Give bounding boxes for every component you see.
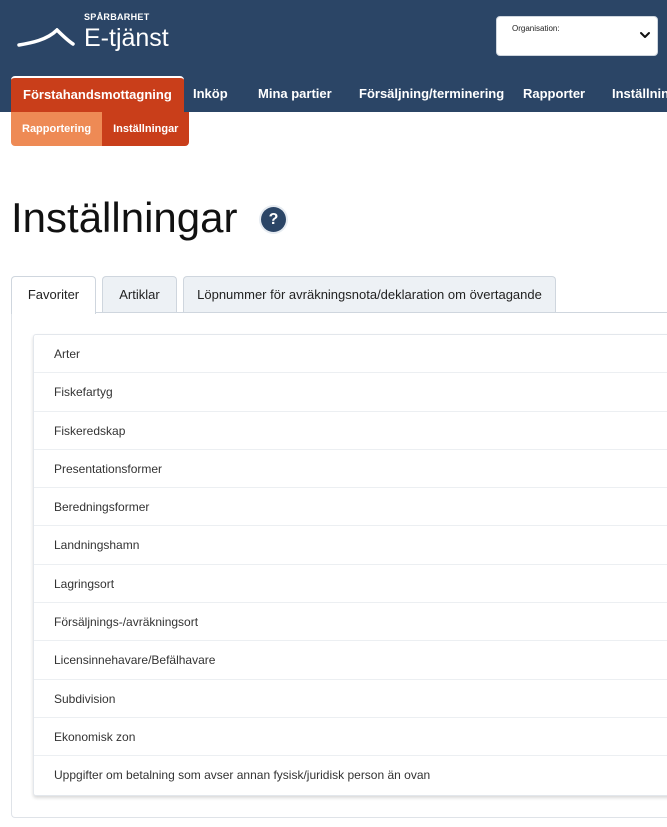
- tab-lopnummer[interactable]: Löpnummer för avräkningsnota/deklaration…: [183, 276, 556, 313]
- chevron-down-icon: [640, 32, 650, 38]
- list-item-uppgifter-om-betalning[interactable]: Uppgifter om betalning som avser annan f…: [34, 756, 667, 794]
- logo-icon: [17, 28, 75, 47]
- tab-favoriter[interactable]: Favoriter: [11, 276, 96, 314]
- brand-title: E-tjänst: [84, 24, 169, 52]
- page-title: Inställningar: [11, 194, 238, 241]
- organisation-select[interactable]: Organisation:: [496, 16, 658, 56]
- nav-item-forstahandsmottagning[interactable]: Förstahandsmottagning: [11, 76, 184, 112]
- list-item-arter[interactable]: Arter: [34, 335, 667, 374]
- subnav-item-rapportering[interactable]: Rapportering: [11, 112, 103, 146]
- list-item-presentationsformer[interactable]: Presentationsformer: [34, 450, 667, 489]
- nav-item-rapporter[interactable]: Rapporter: [523, 76, 585, 112]
- nav-item-installningar[interactable]: Inställning: [612, 76, 667, 112]
- favorites-list: Arter Fiskefartyg Fiskeredskap Presentat…: [33, 334, 667, 796]
- nav-item-inkop[interactable]: Inköp: [193, 76, 228, 112]
- list-item-licensinnehavare[interactable]: Licensinnehavare/Befälhavare: [34, 641, 667, 680]
- list-item-ekonomisk-zon[interactable]: Ekonomisk zon: [34, 718, 667, 757]
- nav-item-forsaljning-terminering[interactable]: Försäljning/terminering: [359, 76, 504, 112]
- main-nav: Förstahandsmottagning Inköp Mina partier…: [0, 76, 667, 112]
- list-item-subdivision[interactable]: Subdivision: [34, 680, 667, 718]
- list-item-landningshamn[interactable]: Landningshamn: [34, 526, 667, 565]
- organisation-label: Organisation:: [512, 24, 560, 33]
- list-item-forsaljningsort[interactable]: Försäljnings-/avräkningsort: [34, 603, 667, 642]
- tab-artiklar[interactable]: Artiklar: [102, 276, 177, 313]
- list-item-fiskeredskap[interactable]: Fiskeredskap: [34, 412, 667, 450]
- app-header: SPÅRBARHET E-tjänst Organisation:: [0, 0, 667, 76]
- list-item-fiskefartyg[interactable]: Fiskefartyg: [34, 373, 667, 412]
- nav-item-mina-partier[interactable]: Mina partier: [258, 76, 332, 112]
- list-item-beredningsformer[interactable]: Beredningsformer: [34, 488, 667, 527]
- sub-nav: Rapportering Inställningar: [11, 112, 190, 146]
- help-icon[interactable]: ?: [261, 207, 286, 232]
- list-item-lagringsort[interactable]: Lagringsort: [34, 565, 667, 604]
- brand-subtitle: SPÅRBARHET: [84, 12, 150, 22]
- subnav-item-installningar[interactable]: Inställningar: [102, 112, 190, 146]
